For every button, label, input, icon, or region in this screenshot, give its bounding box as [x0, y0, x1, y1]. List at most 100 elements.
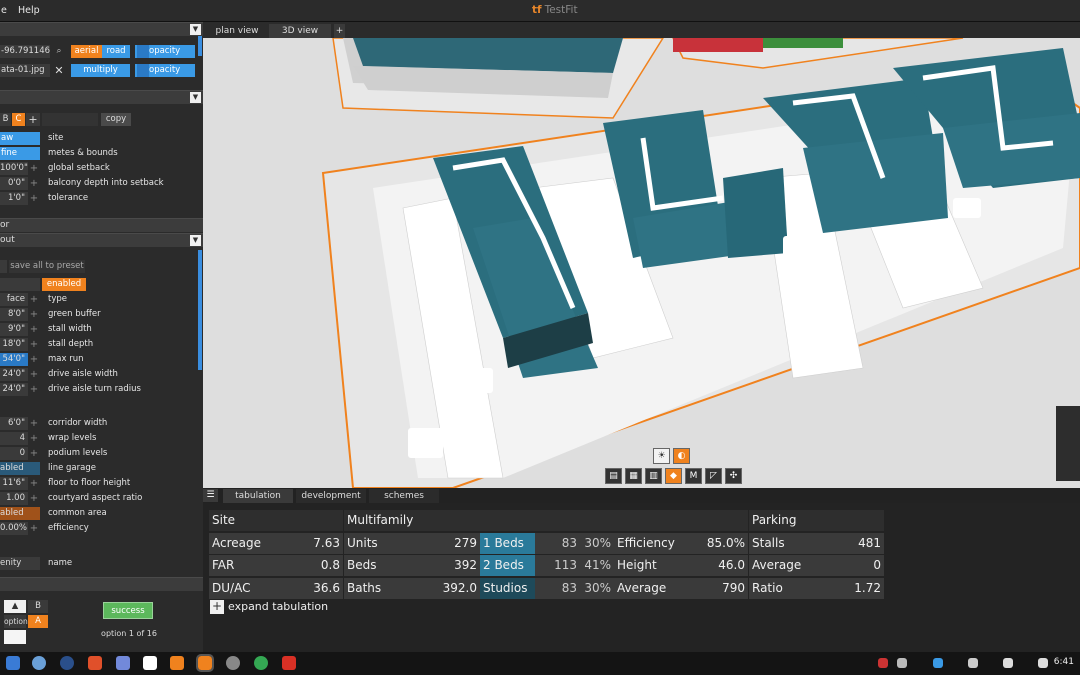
brave-icon[interactable] [88, 656, 102, 670]
coordinate-field[interactable]: -96.791146 [0, 45, 50, 58]
opacity-slider[interactable]: opacity [135, 45, 195, 58]
launcher-icon[interactable] [6, 656, 20, 670]
unity-icon[interactable] [226, 656, 240, 670]
chrome-icon[interactable] [254, 656, 268, 670]
chevron-down-icon[interactable]: ▼ [190, 235, 201, 246]
site-value-field[interactable]: 1'0" [0, 192, 28, 205]
search-icon[interactable]: ⌕ [52, 45, 66, 58]
building-value-field[interactable]: 0 [0, 447, 28, 460]
parking-value-field[interactable]: 54'0" [0, 353, 28, 366]
image-file-field[interactable]: ata-01.jpg [0, 64, 50, 77]
increment-icon[interactable]: + [28, 162, 40, 175]
contrast-icon[interactable]: ◐ [673, 448, 690, 464]
site-tab-b[interactable]: B [0, 113, 11, 126]
tray-icon-3[interactable] [968, 658, 978, 668]
road-button[interactable]: road [102, 45, 130, 58]
building-value-field[interactable]: 4 [0, 432, 28, 445]
building-value-field[interactable]: 1.00 [0, 492, 28, 505]
copy-button[interactable]: copy [101, 113, 131, 126]
measure-button[interactable]: M [685, 468, 702, 484]
discord-icon[interactable] [116, 656, 130, 670]
panel-header-layout[interactable]: out ▼ [0, 233, 203, 247]
expand-tabulation-link[interactable]: expand tabulation [228, 600, 328, 613]
parking-value-field[interactable]: 24'0" [0, 368, 28, 381]
opacity-slider-2[interactable]: opacity [135, 64, 195, 77]
tab-plan-view[interactable]: plan view [209, 24, 265, 38]
parking-value-field[interactable]: face [0, 293, 28, 306]
amenity-field[interactable]: enity [0, 557, 40, 570]
site-value-field[interactable]: aw [0, 132, 40, 145]
view-tool-2-icon[interactable]: ▦ [625, 468, 642, 484]
increment-icon[interactable]: + [28, 477, 40, 490]
tray-icon-1[interactable] [878, 658, 888, 668]
menu-help[interactable]: Help [18, 5, 40, 16]
minimap[interactable] [1056, 406, 1080, 481]
close-icon[interactable]: ✕ [52, 64, 66, 77]
crop-icon[interactable]: ◸ [705, 468, 722, 484]
increment-icon[interactable]: + [28, 447, 40, 460]
parking-value-field[interactable]: 9'0" [0, 323, 28, 336]
browser-icon[interactable] [32, 656, 46, 670]
success-button[interactable]: success [103, 602, 153, 619]
testfit-active-icon[interactable] [196, 654, 214, 672]
increment-icon[interactable]: + [28, 417, 40, 430]
menu-icon[interactable]: ☰ [203, 489, 218, 502]
building-value-field[interactable]: 6'0" [0, 417, 28, 430]
option-b[interactable]: B [28, 600, 48, 613]
site-value-field[interactable]: fine [0, 147, 40, 160]
option-swatch[interactable] [4, 630, 26, 644]
multiply-button[interactable]: multiply [71, 64, 130, 77]
increment-icon[interactable]: + [28, 353, 40, 366]
parking-value-field[interactable]: 24'0" [0, 383, 28, 396]
plus-icon[interactable]: + [210, 600, 224, 614]
increment-icon[interactable]: + [28, 177, 40, 190]
increment-icon[interactable]: + [28, 293, 40, 306]
panel-header-site-options[interactable]: ▼ [0, 90, 203, 104]
increment-icon[interactable]: + [28, 383, 40, 396]
increment-icon[interactable]: + [28, 308, 40, 321]
increment-icon[interactable]: + [28, 492, 40, 505]
parking-value-field[interactable]: 18'0" [0, 338, 28, 351]
sun-icon[interactable]: ☀ [653, 448, 670, 464]
increment-icon[interactable]: + [28, 338, 40, 351]
panel-header-color[interactable]: or [0, 218, 203, 232]
volume-icon[interactable] [1038, 658, 1048, 668]
increment-icon[interactable]: + [28, 522, 40, 535]
expand-icon[interactable]: ✣ [725, 468, 742, 484]
building-value-field[interactable]: 0.00% [0, 522, 28, 535]
add-site-button[interactable]: + [26, 113, 40, 126]
pdf-icon[interactable] [282, 656, 296, 670]
app-icon[interactable] [60, 656, 74, 670]
chevron-down-icon[interactable]: ▼ [190, 92, 201, 103]
testfit-icon[interactable] [170, 656, 184, 670]
chevron-down-icon[interactable]: ▼ [190, 24, 201, 35]
site-value-field[interactable]: 100'0" [0, 162, 28, 175]
building-value-field[interactable]: abled [0, 507, 40, 520]
wifi-icon[interactable] [1003, 658, 1013, 668]
parking-value-field[interactable]: 8'0" [0, 308, 28, 321]
menu-file[interactable]: e [1, 5, 7, 16]
save-preset-button[interactable]: save all to preset [9, 260, 85, 273]
enabled-toggle[interactable]: enabled [42, 278, 86, 291]
site-tab-c[interactable]: C [12, 113, 25, 126]
tray-icon-2[interactable] [897, 658, 907, 668]
add-view-button[interactable]: + [334, 24, 345, 38]
building-value-field[interactable]: 11'6" [0, 477, 28, 490]
aerial-button[interactable]: aerial [71, 45, 102, 58]
layers-icon[interactable]: ◆ [665, 468, 682, 484]
increment-icon[interactable]: + [28, 432, 40, 445]
tab-schemes[interactable]: schemes [369, 489, 439, 503]
site-value-field[interactable]: 0'0" [0, 177, 28, 190]
increment-icon[interactable]: + [28, 323, 40, 336]
3d-viewport[interactable]: ☀ ◐ ▤ ▦ ▥ ◆ M ◸ ✣ [203, 38, 1080, 488]
reader-icon[interactable] [143, 656, 157, 670]
panel-header-site[interactable]: ▼ [0, 22, 203, 36]
tab-3d-view[interactable]: 3D view [269, 24, 331, 38]
option-a[interactable]: A [28, 615, 48, 628]
increment-icon[interactable]: + [28, 192, 40, 205]
tab-development[interactable]: development [296, 489, 366, 503]
building-value-field[interactable]: abled [0, 462, 40, 475]
option-up-arrow[interactable]: ▲ [4, 600, 26, 613]
tab-tabulation[interactable]: tabulation [223, 489, 293, 503]
view-tool-3-icon[interactable]: ▥ [645, 468, 662, 484]
